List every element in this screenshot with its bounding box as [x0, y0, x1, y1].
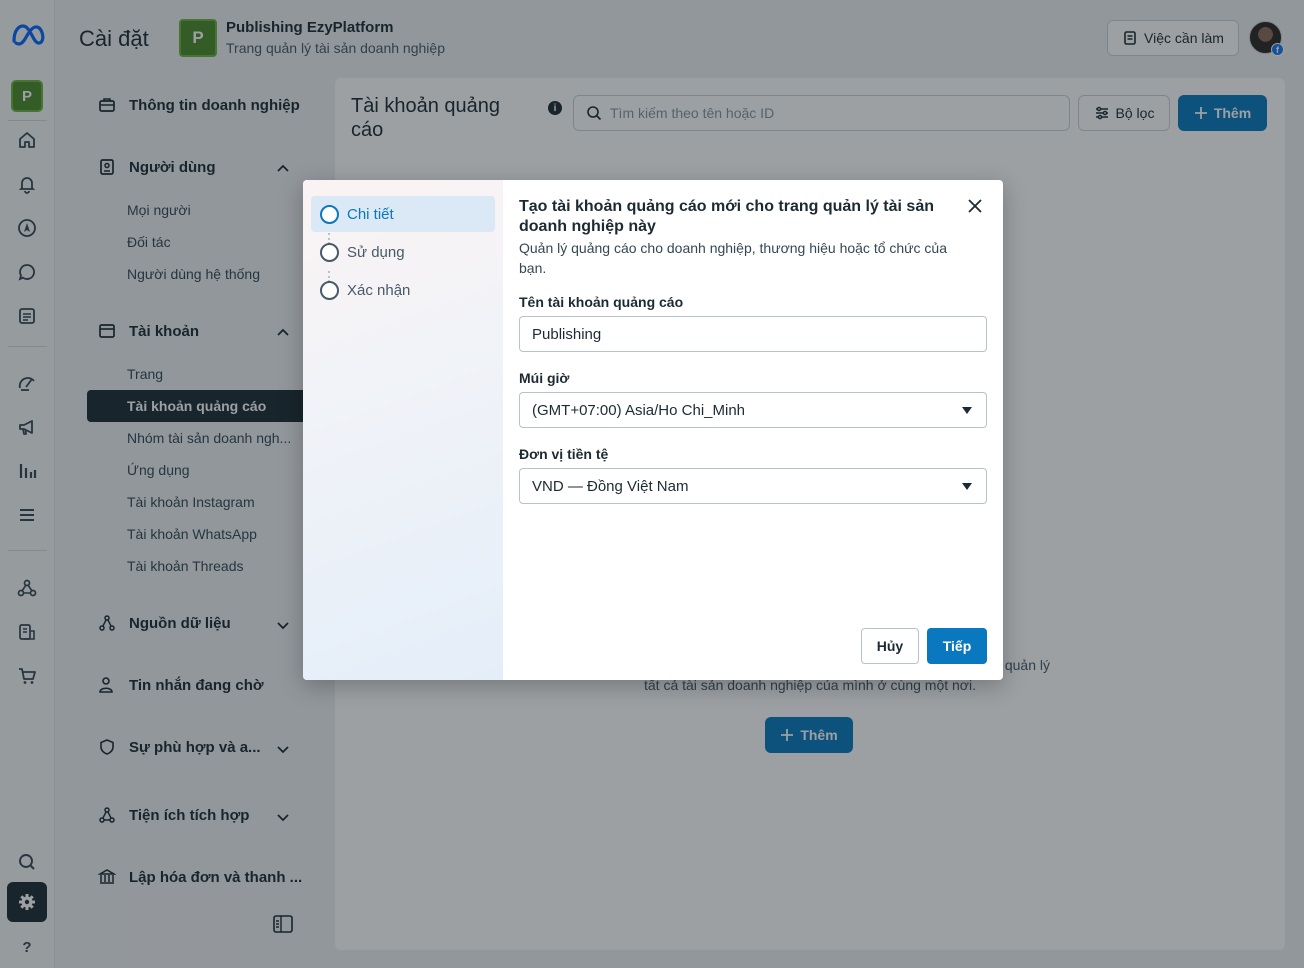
step-circle-icon	[320, 242, 339, 262]
currency-select[interactable]: VND — Đồng Việt Nam	[519, 468, 987, 504]
step-usage[interactable]: Sử dụng	[311, 234, 495, 270]
wizard-steps: Chi tiết Sử dụng Xác nhận	[303, 180, 503, 680]
dropdown-caret-icon	[962, 483, 972, 490]
timezone-label: Múi giờ	[519, 370, 570, 386]
account-name-field[interactable]: Publishing	[519, 316, 987, 352]
step-usage-label: Sử dụng	[347, 243, 405, 261]
step-details[interactable]: Chi tiết	[311, 196, 495, 232]
close-button[interactable]	[965, 196, 985, 216]
timezone-value: (GMT+07:00) Asia/Ho Chi_Minh	[532, 401, 746, 419]
timezone-select[interactable]: (GMT+07:00) Asia/Ho Chi_Minh	[519, 392, 987, 428]
close-icon	[968, 199, 982, 213]
create-ad-account-dialog: Chi tiết Sử dụng Xác nhận Tạo tài khoản …	[303, 180, 1003, 680]
step-details-label: Chi tiết	[347, 205, 394, 223]
currency-value: VND — Đồng Việt Nam	[532, 477, 689, 495]
next-button[interactable]: Tiếp	[927, 628, 987, 664]
dropdown-caret-icon	[962, 407, 972, 414]
step-circle-icon	[320, 280, 339, 300]
dialog-title: Tạo tài khoản quảng cáo mới cho trang qu…	[519, 198, 934, 235]
dialog-description: Quản lý quảng cáo cho doanh nghiệp, thươ…	[519, 240, 948, 276]
step-confirm-label: Xác nhận	[347, 281, 411, 299]
cancel-button[interactable]: Hủy	[861, 628, 919, 664]
step-confirm[interactable]: Xác nhận	[311, 272, 495, 308]
currency-label: Đơn vị tiền tệ	[519, 446, 609, 462]
step-circle-icon	[320, 204, 339, 224]
account-name-label: Tên tài khoản quảng cáo	[519, 294, 684, 310]
